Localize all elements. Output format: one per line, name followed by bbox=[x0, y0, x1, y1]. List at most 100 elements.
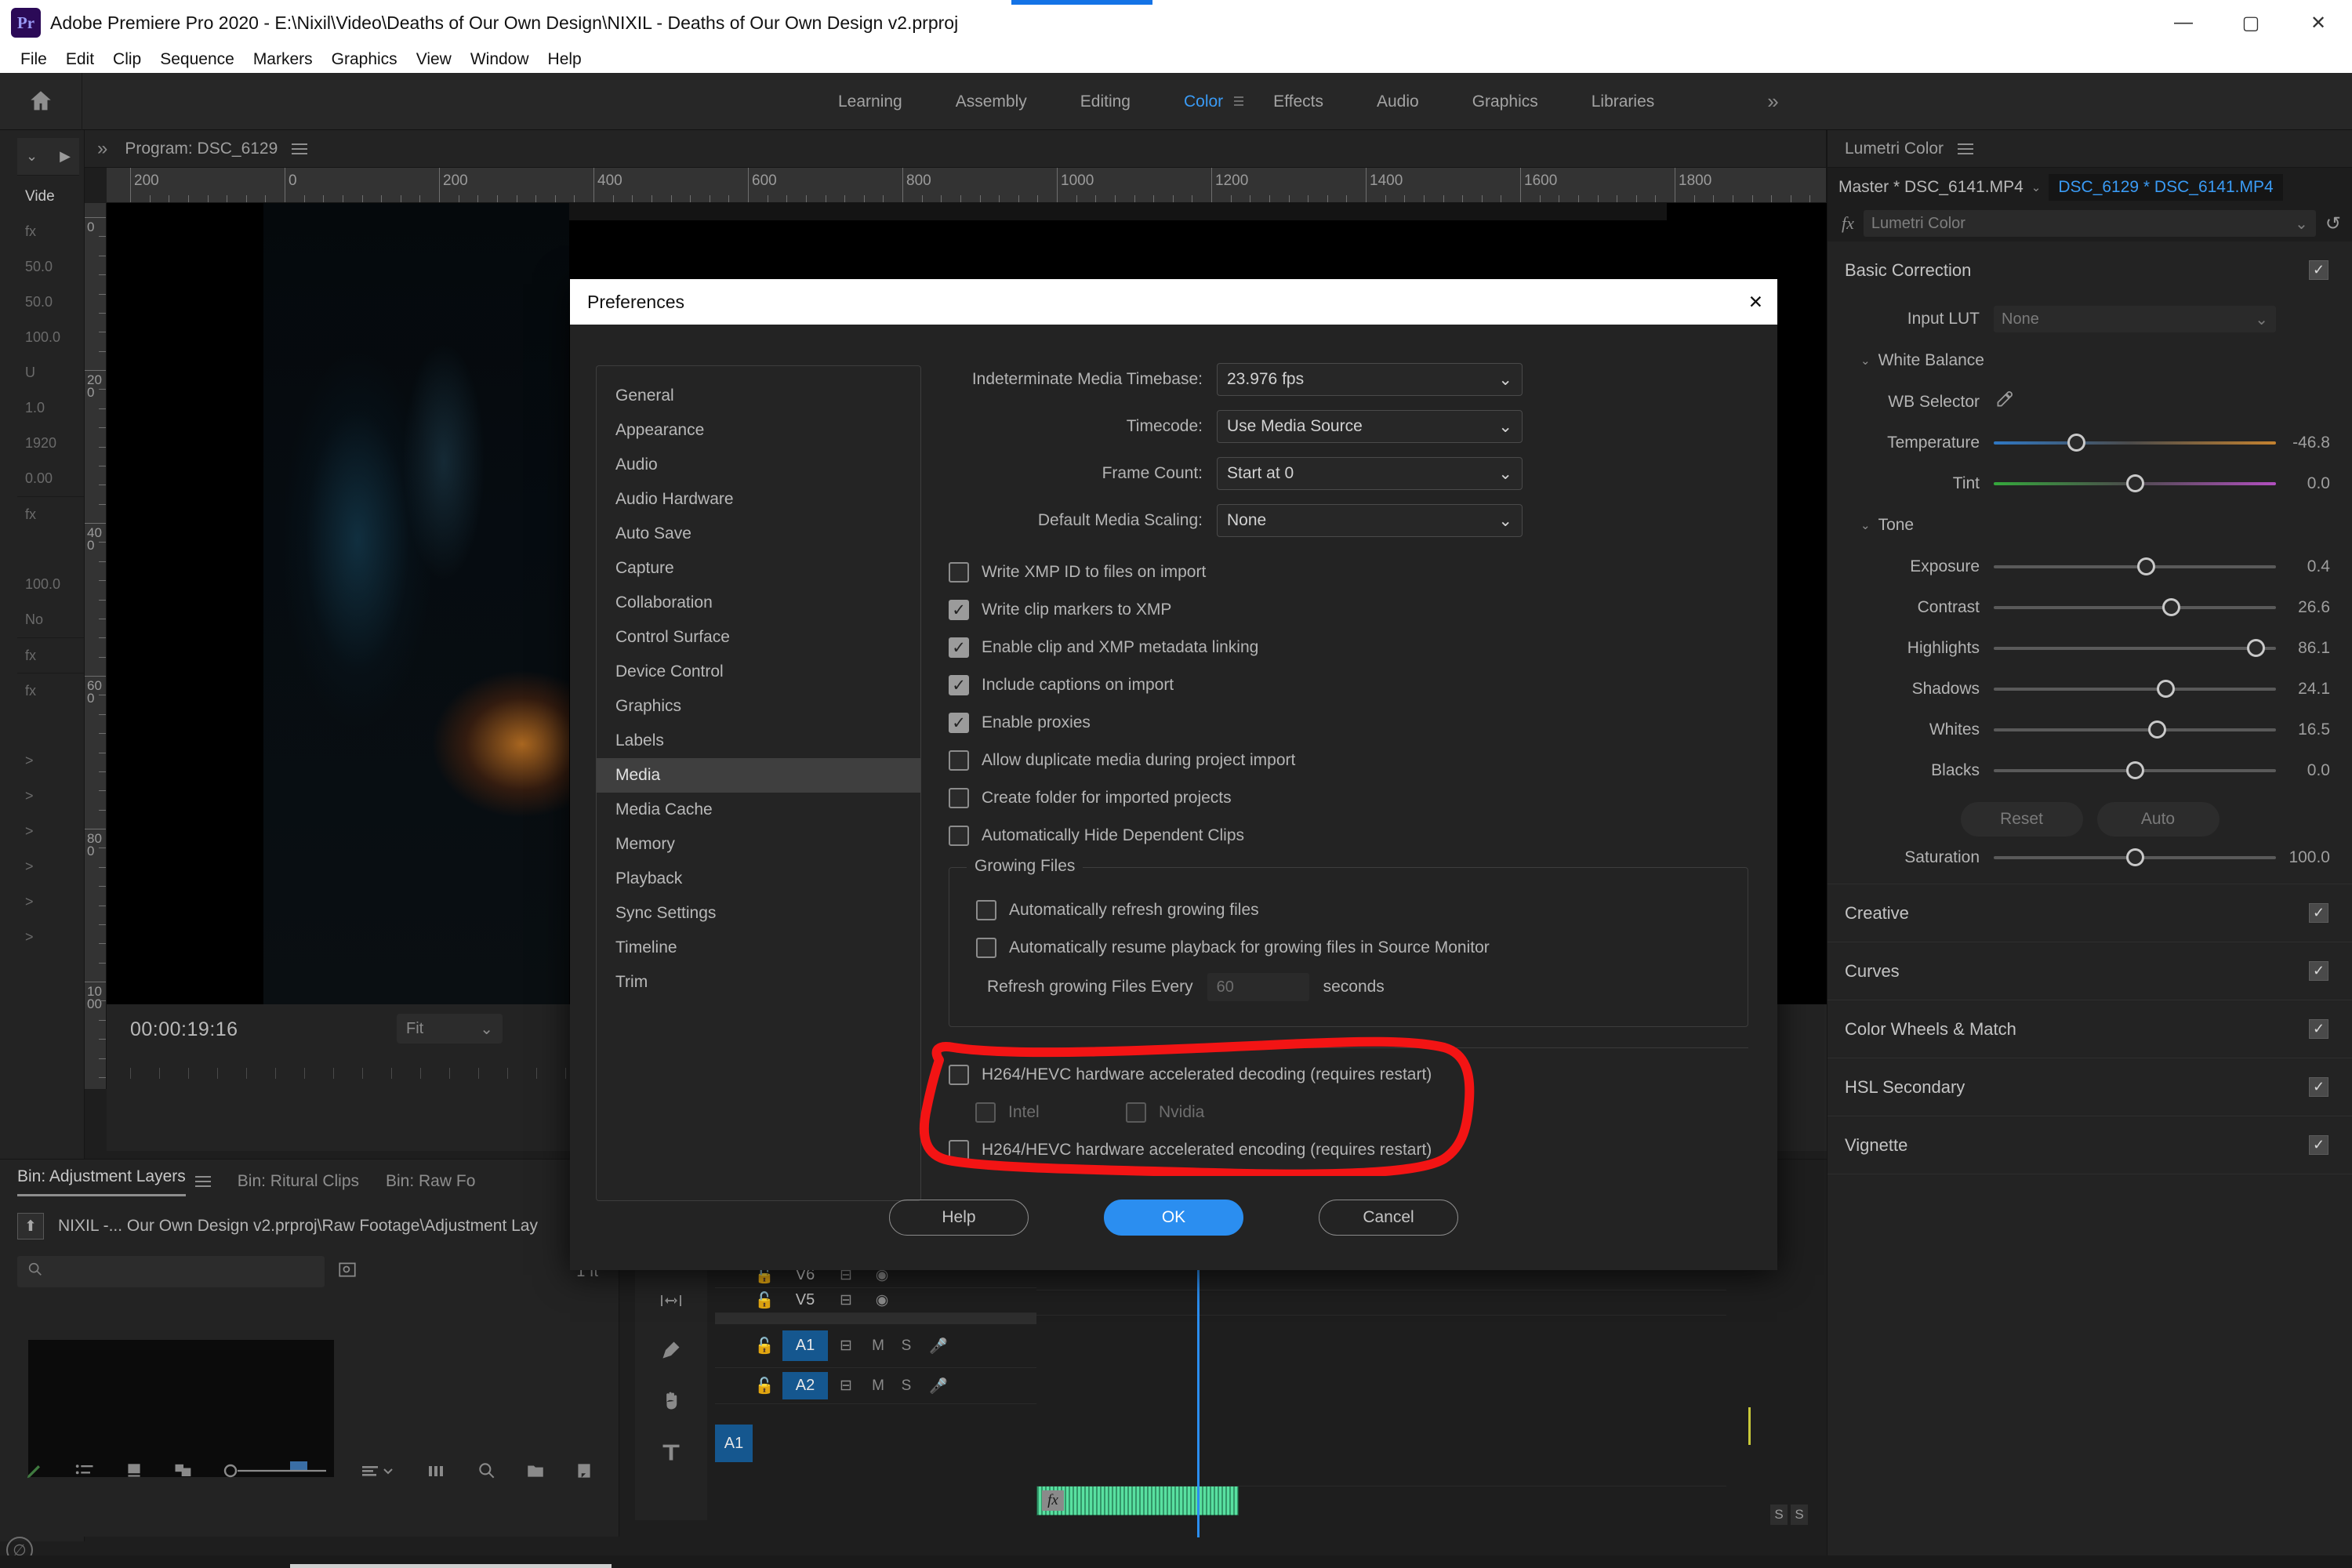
pref-category-device-control[interactable]: Device Control bbox=[597, 655, 920, 689]
pref-category-audio[interactable]: Audio bbox=[597, 448, 920, 482]
pref-category-timeline[interactable]: Timeline bbox=[597, 931, 920, 965]
temperature-slider[interactable] bbox=[1994, 441, 2276, 445]
solo-button[interactable]: S bbox=[892, 1338, 920, 1355]
section-enable-checkbox[interactable]: ✓ bbox=[2309, 260, 2328, 280]
section-header-hsl-secondary[interactable]: HSL Secondary ✓ bbox=[1828, 1058, 2352, 1116]
chevron-right-icon[interactable]: » bbox=[97, 138, 107, 160]
search-input[interactable] bbox=[17, 1256, 325, 1287]
effect-row[interactable]: > bbox=[17, 779, 84, 814]
chevron-down-icon[interactable]: ⌄ bbox=[1860, 518, 1871, 532]
slider-knob[interactable] bbox=[2067, 434, 2085, 452]
section-enable-checkbox[interactable]: ✓ bbox=[2309, 961, 2328, 981]
checkbox-auto-resume-playback[interactable]: Automatically resume playback for growin… bbox=[949, 929, 1748, 967]
contrast-value[interactable]: 26.6 bbox=[2276, 598, 2352, 617]
checkbox-icon[interactable] bbox=[1126, 1102, 1146, 1123]
section-header-curves[interactable]: Curves ✓ bbox=[1828, 942, 2352, 1000]
input-lut-select[interactable]: None ⌄ bbox=[1994, 306, 2276, 332]
panel-menu-icon[interactable] bbox=[292, 143, 307, 154]
new-bin-icon[interactable] bbox=[525, 1461, 546, 1486]
track-name[interactable]: A1 bbox=[782, 1330, 828, 1361]
menu-window[interactable]: Window bbox=[461, 49, 539, 71]
tab-graphics[interactable]: Graphics bbox=[1446, 73, 1565, 130]
checkbox-icon[interactable] bbox=[976, 938, 996, 958]
section-enable-checkbox[interactable]: ✓ bbox=[2309, 1135, 2328, 1155]
reset-button[interactable]: Reset bbox=[1961, 802, 2083, 837]
checkbox-hw-decoding[interactable]: H264/HEVC hardware accelerated decoding … bbox=[942, 1056, 1758, 1094]
effect-row[interactable]: 1.0 bbox=[17, 390, 84, 426]
effect-controls-header[interactable]: ⌄ ▶ bbox=[17, 138, 79, 176]
pref-category-audio-hardware[interactable]: Audio Hardware bbox=[597, 482, 920, 517]
shadows-slider[interactable] bbox=[1994, 688, 2276, 691]
chevron-down-icon[interactable]: ⌄ bbox=[1860, 354, 1871, 368]
mute-button[interactable]: M bbox=[864, 1338, 892, 1355]
hand-tool-icon[interactable] bbox=[660, 1390, 682, 1417]
eyedropper-icon[interactable] bbox=[1994, 390, 2014, 416]
effect-row[interactable]: > bbox=[17, 849, 84, 884]
menu-view[interactable]: View bbox=[407, 49, 461, 71]
highlights-slider[interactable] bbox=[1994, 647, 2276, 650]
section-enable-checkbox[interactable]: ✓ bbox=[2309, 1019, 2328, 1039]
home-icon[interactable] bbox=[0, 73, 82, 130]
pref-category-memory[interactable]: Memory bbox=[597, 827, 920, 862]
effect-row[interactable]: fx bbox=[17, 673, 84, 708]
whites-slider[interactable] bbox=[1994, 728, 2276, 731]
lock-icon[interactable]: 🔓 bbox=[746, 1290, 782, 1310]
highlights-value[interactable]: 86.1 bbox=[2276, 639, 2352, 658]
delete-icon[interactable] bbox=[574, 1461, 594, 1486]
tab-libraries[interactable]: Libraries bbox=[1565, 73, 1682, 130]
tab-audio[interactable]: Audio bbox=[1350, 73, 1446, 130]
help-button[interactable]: Help bbox=[889, 1200, 1029, 1236]
auto-button[interactable]: Auto bbox=[2097, 802, 2220, 837]
pref-category-playback[interactable]: Playback bbox=[597, 862, 920, 896]
checkbox-icon[interactable] bbox=[949, 1065, 969, 1085]
pref-category-capture[interactable]: Capture bbox=[597, 551, 920, 586]
checkbox-icon[interactable] bbox=[949, 750, 969, 771]
lock-icon[interactable]: 🔓 bbox=[746, 1376, 782, 1396]
selected-clip-label[interactable]: DSC_6129 * DSC_6141.MP4 bbox=[2049, 174, 2282, 201]
checkbox-icon[interactable]: ✓ bbox=[949, 675, 969, 695]
bottom-scrollbar[interactable] bbox=[290, 1564, 612, 1568]
ss-button[interactable]: S bbox=[1791, 1504, 1808, 1525]
mute-button[interactable]: M bbox=[864, 1377, 892, 1395]
zoom-level-select[interactable]: Fit ⌄ bbox=[397, 1014, 503, 1044]
checkbox-icon[interactable] bbox=[949, 788, 969, 808]
temperature-value[interactable]: -46.8 bbox=[2276, 434, 2352, 452]
slider-knob[interactable] bbox=[2126, 848, 2144, 866]
checkbox-icon[interactable]: ✓ bbox=[949, 713, 969, 733]
sync-lock-icon[interactable]: ⊟ bbox=[828, 1291, 864, 1309]
section-enable-checkbox[interactable]: ✓ bbox=[2309, 1077, 2328, 1097]
checkbox-allow-duplicate-media[interactable]: Allow duplicate media during project imp… bbox=[942, 742, 1758, 779]
menu-sequence[interactable]: Sequence bbox=[151, 49, 244, 71]
ok-button[interactable]: OK bbox=[1104, 1200, 1243, 1236]
checkbox-auto-refresh-growing[interactable]: Automatically refresh growing files bbox=[949, 891, 1748, 929]
tab-bin-ritural-clips[interactable]: Bin: Ritural Clips bbox=[238, 1172, 359, 1191]
pref-category-sync-settings[interactable]: Sync Settings bbox=[597, 896, 920, 931]
pref-category-general[interactable]: General bbox=[597, 379, 920, 413]
pref-category-graphics[interactable]: Graphics bbox=[597, 689, 920, 724]
slider-knob[interactable] bbox=[2247, 639, 2265, 657]
effect-row[interactable]: > bbox=[17, 743, 84, 779]
slider-knob[interactable] bbox=[2162, 598, 2180, 616]
cancel-button[interactable]: Cancel bbox=[1319, 1200, 1458, 1236]
sort-icon[interactable] bbox=[361, 1461, 398, 1485]
tint-value[interactable]: 0.0 bbox=[2276, 474, 2352, 493]
effect-select[interactable]: Lumetri Color ⌄ bbox=[1864, 210, 2316, 237]
section-header-color-wheels-match[interactable]: Color Wheels & Match ✓ bbox=[1828, 1000, 2352, 1058]
effect-row[interactable]: No bbox=[17, 602, 84, 637]
checkbox-icon[interactable] bbox=[949, 562, 969, 583]
checkbox-create-folder-imported[interactable]: Create folder for imported projects bbox=[942, 779, 1758, 817]
tab-assembly[interactable]: Assembly bbox=[929, 73, 1054, 130]
checkbox-icon[interactable]: ✓ bbox=[949, 600, 969, 620]
checkbox-enable-proxies[interactable]: ✓ Enable proxies bbox=[942, 704, 1758, 742]
menu-markers[interactable]: Markers bbox=[244, 49, 322, 71]
menu-help[interactable]: Help bbox=[539, 49, 591, 71]
menu-clip[interactable]: Clip bbox=[103, 49, 151, 71]
whites-value[interactable]: 16.5 bbox=[2276, 720, 2352, 739]
effect-row[interactable]: 0.00 bbox=[17, 461, 84, 496]
pref-category-labels[interactable]: Labels bbox=[597, 724, 920, 758]
checkbox-include-captions[interactable]: ✓ Include captions on import bbox=[942, 666, 1758, 704]
slider-knob[interactable] bbox=[2126, 761, 2144, 779]
effect-row[interactable]: fx bbox=[17, 637, 84, 673]
chevron-down-icon[interactable]: ⌄ bbox=[26, 148, 38, 165]
microphone-icon[interactable]: 🎤 bbox=[920, 1377, 956, 1396]
